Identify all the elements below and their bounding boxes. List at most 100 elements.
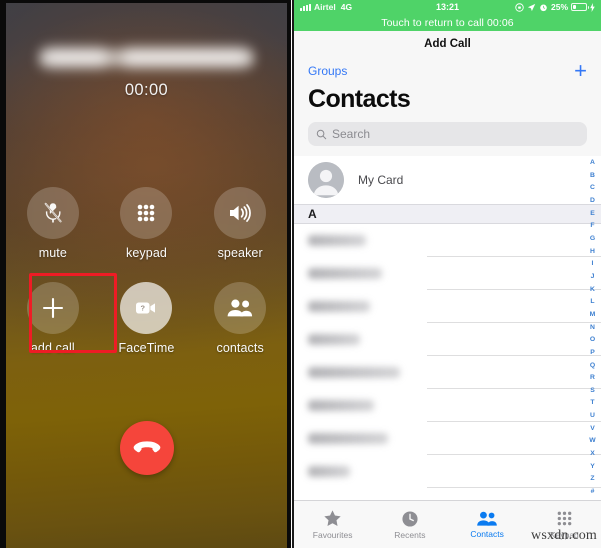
index-letter-k[interactable]: K [590, 286, 595, 294]
index-letter-e[interactable]: E [590, 210, 595, 218]
mute-button-label: mute [38, 246, 67, 260]
call-timer: 00:00 [124, 81, 169, 99]
person-placeholder-icon [308, 162, 344, 198]
in-call-screen: 00:00 mute keypad speaker add call ? Fac… [6, 3, 287, 548]
add-call-button-circle [26, 282, 79, 334]
my-card-label: My Card [358, 173, 404, 187]
contacts-button-label: contacts [216, 341, 264, 355]
index-letter-u[interactable]: U [590, 412, 595, 420]
svg-text:?: ? [141, 304, 146, 313]
signal-bars-icon [300, 3, 311, 11]
end-call-button[interactable] [119, 421, 174, 475]
index-letter-z[interactable]: Z [590, 476, 594, 483]
index-letter-g[interactable]: G [590, 235, 595, 243]
contact-name-blurred [308, 301, 370, 312]
index-letter-f[interactable]: F [590, 222, 594, 230]
contact-row[interactable] [294, 290, 601, 323]
index-letter-h[interactable]: H [590, 248, 595, 256]
index-letter-q[interactable]: Q [590, 362, 595, 370]
left-phone-frame: 00:00 mute keypad speaker add call ? Fac… [0, 0, 291, 548]
index-letter-j[interactable]: J [591, 273, 595, 281]
index-letter-m[interactable]: M [590, 311, 596, 319]
index-letter-n[interactable]: N [590, 324, 595, 332]
screenshot-root: 00:00 mute keypad speaker add call ? Fac… [0, 0, 601, 548]
index-letter-i[interactable]: I [592, 260, 594, 268]
speaker-button[interactable]: speaker [193, 187, 287, 260]
index-letter-y[interactable]: Y [590, 463, 595, 471]
index-letter-l[interactable]: L [590, 298, 594, 306]
contact-row[interactable] [294, 323, 601, 356]
status-bar-left: Airtel 4G [300, 2, 352, 12]
alarm-clock-icon [540, 4, 547, 11]
contacts-list[interactable]: My Card A A B C D E F G H I J K L M N O P Q R S T U V W X Y Z # [294, 156, 601, 500]
search-input[interactable]: Search [308, 122, 587, 146]
location-arrow-icon [527, 3, 536, 11]
groups-row: Groups + [294, 57, 601, 85]
contact-row[interactable] [294, 356, 601, 389]
index-letter-d[interactable]: D [590, 197, 595, 205]
return-to-call-banner[interactable]: Touch to return to call 00:06 [294, 14, 601, 31]
add-contact-icon[interactable]: + [574, 60, 587, 82]
caller-name-blurred [39, 45, 254, 71]
network-type-label: 4G [340, 2, 353, 12]
plus-icon [42, 297, 63, 319]
index-letter-o[interactable]: O [590, 336, 595, 344]
search-icon [316, 129, 327, 139]
contact-row[interactable] [294, 257, 601, 290]
index-letter-c[interactable]: C [590, 185, 595, 192]
microphone-slash-icon [44, 202, 62, 223]
status-bar: Airtel 4G 13:21 25% [294, 0, 601, 14]
index-letter-v[interactable]: V [590, 425, 595, 433]
contacts-button-circle [214, 282, 267, 334]
clock-icon [402, 510, 418, 527]
mute-button[interactable]: mute [6, 187, 100, 260]
keypad-button-label: keypad [126, 246, 167, 260]
battery-icon [571, 3, 589, 11]
contact-rows-container [294, 224, 601, 488]
keypad-button[interactable]: keypad [100, 187, 194, 260]
carrier-label: Airtel [314, 2, 336, 12]
index-letter-x[interactable]: X [590, 450, 595, 458]
index-letter-p[interactable]: P [590, 349, 595, 357]
people-icon [227, 299, 253, 317]
rotation-lock-icon [515, 2, 524, 12]
contact-row[interactable] [294, 455, 601, 488]
index-letter-b[interactable]: B [590, 172, 595, 180]
add-call-button[interactable]: add call [6, 282, 100, 355]
site-watermark: wsxdn.com [531, 528, 597, 543]
contact-row[interactable] [294, 224, 601, 257]
contact-name-blurred [308, 268, 382, 279]
status-bar-right: 25% [515, 2, 595, 12]
star-icon [324, 510, 341, 527]
keypad-dots-icon [557, 511, 572, 526]
section-header-a: A [294, 204, 601, 224]
lightning-bolt-icon [590, 2, 595, 12]
index-letter-r[interactable]: R [590, 374, 595, 382]
index-letter-a[interactable]: A [590, 159, 595, 167]
keypad-dots-icon [138, 204, 155, 222]
tab-favourites[interactable]: Favourites [294, 509, 371, 540]
contact-row[interactable] [294, 389, 601, 422]
tab-recents-label: Recents [394, 529, 426, 540]
battery-percent-label: 25% [550, 2, 568, 12]
keypad-button-circle [120, 187, 173, 239]
my-card-row[interactable]: My Card [294, 156, 601, 204]
contacts-button[interactable]: contacts [193, 282, 287, 355]
contact-row[interactable] [294, 422, 601, 455]
tab-recents[interactable]: Recents [371, 510, 448, 540]
tab-contacts[interactable]: Contacts [449, 510, 526, 539]
index-letter-w[interactable]: W [589, 438, 595, 445]
people-icon [477, 511, 497, 526]
groups-link[interactable]: Groups [308, 64, 347, 78]
facetime-button-circle: ? [120, 282, 173, 334]
facetime-button-label: FaceTime [118, 341, 175, 355]
index-letter-t[interactable]: T [590, 400, 594, 407]
index-letter-s[interactable]: S [590, 387, 595, 395]
facetime-button[interactable]: ? FaceTime [100, 282, 194, 355]
phone-down-icon [133, 441, 160, 453]
speaker-button-circle [214, 187, 267, 239]
contact-name-blurred [308, 466, 350, 477]
index-letter-hash[interactable]: # [591, 488, 595, 496]
alphabet-index-rail[interactable]: A B C D E F G H I J K L M N O P Q R S T U V W X Y Z # [586, 159, 599, 496]
video-camera-icon: ? [136, 302, 156, 314]
